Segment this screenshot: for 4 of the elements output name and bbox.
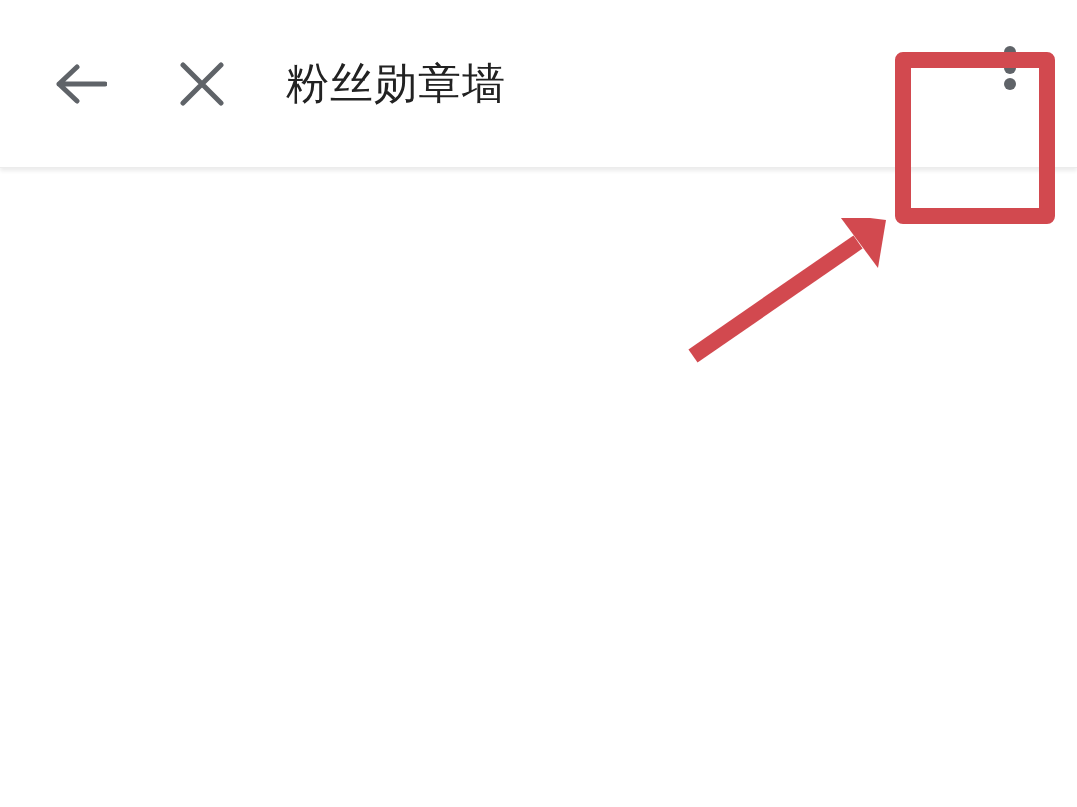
back-icon[interactable] bbox=[55, 63, 107, 104]
more-icon[interactable] bbox=[1003, 44, 1017, 91]
page-title: 粉丝勋章墙 bbox=[286, 57, 506, 111]
close-icon[interactable] bbox=[180, 61, 224, 106]
